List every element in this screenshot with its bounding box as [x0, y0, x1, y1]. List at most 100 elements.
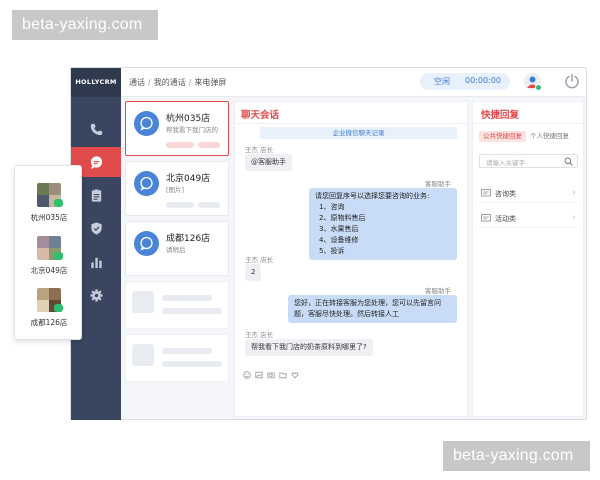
store-item[interactable]: 北京049店	[15, 236, 83, 276]
store-item[interactable]: 杭州035店	[15, 183, 83, 223]
breadcrumb-item-popup[interactable]: 来电弹屏	[194, 78, 226, 87]
category-label: 活动类	[495, 215, 516, 223]
sidebar-item-phone[interactable]	[71, 114, 121, 144]
message-sender: 王杰 店长	[245, 256, 274, 264]
option-item: 3、水果售后	[319, 225, 359, 233]
store-name: 杭州035店	[30, 213, 68, 222]
search-placeholder: 请输入关键字	[486, 159, 525, 167]
message-sender: 王杰 店长	[245, 331, 274, 339]
conversation-skeleton	[125, 281, 229, 329]
conversation-preview: 请稍后	[166, 246, 186, 254]
tab-public-replies[interactable]: 公共快捷回复	[479, 131, 526, 142]
conversation-avatar	[134, 171, 159, 196]
conversation-avatar	[134, 231, 159, 256]
emoji-icon[interactable]	[243, 371, 251, 379]
message-icon	[481, 189, 491, 197]
chat-record-banner: 企业微信聊天记录	[260, 127, 457, 139]
tag-placeholder	[198, 202, 220, 208]
crm-window: HOLLYCRM 通话 / 我的通话 / 来电弹屏 空闲 00:00:00 杭州…	[70, 67, 587, 420]
wechat-badge-icon	[54, 304, 63, 312]
store-name: 北京049店	[30, 266, 68, 275]
chevron-right-icon: ›	[572, 213, 576, 223]
option-list: 1、咨询 2、原物料售后 3、水果售后 4、设备维修 5、投诉	[315, 202, 451, 257]
heart-icon[interactable]	[291, 371, 299, 379]
option-item: 2、原物料售后	[319, 214, 366, 222]
option-item: 5、投诉	[319, 247, 345, 255]
conversation-skeleton	[125, 334, 229, 382]
conversation-name: 杭州035店	[166, 114, 211, 124]
quick-reply-category[interactable]: 活动类 ›	[479, 210, 578, 228]
conversation-item[interactable]: 北京049店 [图片]	[125, 161, 229, 216]
chat-title: 聊天会话	[241, 110, 280, 121]
conversation-item[interactable]: 成都126店 请稍后	[125, 221, 229, 276]
category-label: 咨询类	[495, 190, 516, 198]
message-sender: 客服助手	[425, 287, 451, 295]
shield-icon	[90, 221, 102, 235]
chat-panel: 聊天会话 企业微信聊天记录 王杰 店长 @客服助手 客服助手 请您回复序号以选择…	[234, 101, 468, 417]
quick-reply-category[interactable]: 咨询类 ›	[479, 185, 578, 203]
image-icon[interactable]	[255, 371, 263, 379]
chat-bubble-icon	[90, 155, 102, 169]
message-text: 请您回复序号以选择您要咨询的业务:	[315, 192, 430, 200]
conversation-avatar	[134, 111, 159, 136]
message-bubble: 帮我看下我门店的奶茶原料到哪里了?	[245, 339, 373, 356]
chat-bubble-icon	[140, 116, 153, 131]
chat-bubble-icon	[140, 236, 153, 251]
skeleton-line	[162, 308, 222, 314]
store-name: 成都126店	[30, 318, 68, 327]
skeleton-line	[162, 295, 212, 301]
message-icon	[481, 214, 491, 222]
chat-toolbar	[243, 371, 299, 379]
breadcrumb-item-calls[interactable]: 通话	[129, 78, 145, 87]
message-bubble: @客服助手	[245, 154, 292, 171]
option-item: 1、咨询	[319, 203, 345, 211]
store-group-card: 杭州035店 北京049店 成都126店	[14, 165, 82, 340]
clipboard-icon	[91, 188, 101, 202]
message-sender: 客服助手	[425, 180, 451, 188]
top-bar: HOLLYCRM 通话 / 我的通话 / 来电弹屏 空闲 00:00:00	[71, 68, 586, 97]
divider	[473, 123, 583, 124]
watermark-top: beta-yaxing.com	[12, 10, 158, 40]
conversation-item[interactable]: 杭州035店 帮我看下我门店的	[125, 101, 229, 156]
gear-icon	[89, 288, 103, 302]
store-item[interactable]: 成都126店	[15, 288, 83, 328]
message-bubble: 请您回复序号以选择您要咨询的业务: 1、咨询 2、原物料售后 3、水果售后 4、…	[309, 188, 457, 260]
tag-placeholder	[166, 202, 194, 208]
message-sender: 王杰 店长	[245, 146, 274, 154]
skeleton-avatar	[132, 291, 154, 313]
skeleton-avatar	[132, 344, 154, 366]
conversation-list: 杭州035店 帮我看下我门店的 北京049店 [图片] 成都126店 请稍后	[125, 101, 229, 417]
search-icon[interactable]	[564, 157, 573, 166]
folder-icon[interactable]	[279, 371, 287, 379]
skeleton-line	[162, 361, 222, 367]
agent-status[interactable]: 空闲 00:00:00	[420, 73, 510, 90]
call-timer: 00:00:00	[465, 76, 501, 85]
message-bubble: 2	[245, 264, 262, 281]
conversation-name: 北京049店	[166, 174, 211, 184]
skeleton-line	[162, 348, 212, 354]
app-logo: HOLLYCRM	[71, 68, 121, 97]
message-bubble: 您好，正在转接客服为您处理，您可以先留言问题，客服尽快处理。然后转接人工	[288, 295, 457, 323]
chat-bubble-icon	[140, 176, 153, 191]
watermark-bottom: beta-yaxing.com	[443, 441, 590, 471]
conversation-preview: 帮我看下我门店的	[166, 126, 218, 134]
divider	[235, 123, 467, 124]
wechat-badge-icon	[54, 252, 63, 260]
power-icon[interactable]	[563, 72, 581, 90]
camera-icon[interactable]	[267, 371, 275, 379]
conversation-preview: [图片]	[166, 186, 185, 194]
quick-reply-search[interactable]: 请输入关键字	[479, 154, 578, 168]
breadcrumb: 通话 / 我的通话 / 来电弹屏	[129, 78, 227, 87]
quick-reply-title: 快捷回复	[481, 110, 520, 121]
conversation-name: 成都126店	[166, 234, 211, 244]
status-label: 空闲	[434, 77, 450, 86]
tab-personal-replies[interactable]: 个人快捷回复	[526, 131, 573, 142]
tag-placeholder	[198, 142, 220, 148]
online-indicator	[535, 84, 542, 91]
user-avatar[interactable]	[524, 73, 542, 91]
option-item: 4、设备维修	[319, 236, 359, 244]
bar-chart-icon	[90, 257, 102, 268]
chevron-right-icon: ›	[572, 188, 576, 198]
breadcrumb-item-my-calls[interactable]: 我的通话	[154, 78, 186, 87]
tag-placeholder	[166, 142, 194, 148]
